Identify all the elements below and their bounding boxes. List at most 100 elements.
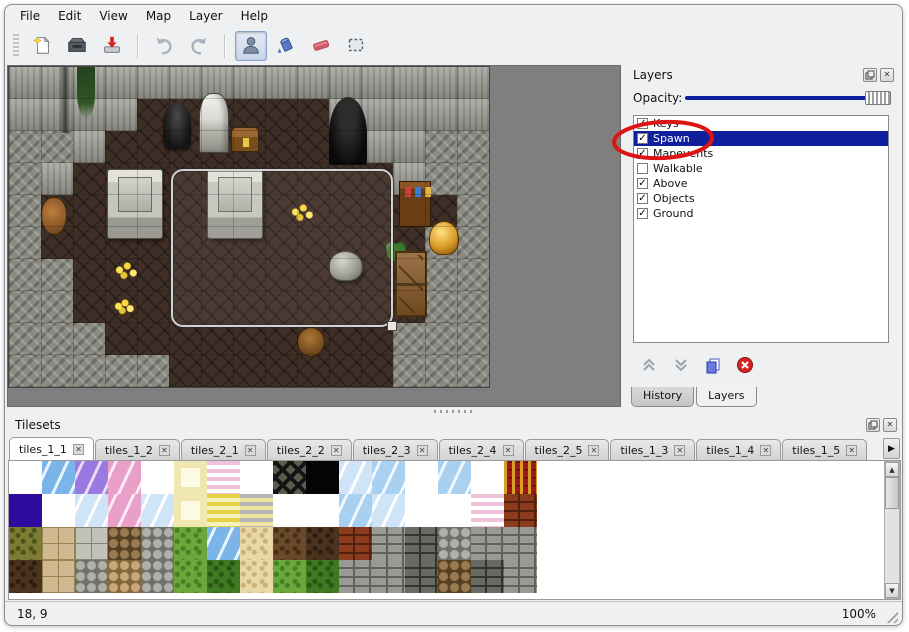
tileset-tile[interactable] (9, 494, 42, 527)
tileset-tile[interactable] (141, 494, 174, 527)
tileset-tile[interactable] (504, 560, 537, 593)
delete-layer-button[interactable] (735, 356, 755, 376)
tileset-tile[interactable] (273, 461, 306, 494)
undo-button[interactable] (148, 31, 180, 61)
layer-row-spawn[interactable]: ✓Spawn (634, 131, 888, 146)
tileset-tab-tiles_1_2[interactable]: tiles_1_2✕ (95, 439, 180, 460)
tileset-tile[interactable] (471, 560, 504, 593)
tileset-tile[interactable] (438, 560, 471, 593)
layer-visibility-checkbox[interactable]: ✓ (637, 118, 648, 129)
tileset-tile[interactable] (42, 527, 75, 560)
panel-tab-layers[interactable]: Layers (696, 387, 756, 407)
tileset-tile[interactable] (471, 461, 504, 494)
tileset-tile[interactable] (141, 560, 174, 593)
tileset-tile[interactable] (108, 494, 141, 527)
tileset-tile[interactable] (372, 461, 405, 494)
tileset-tile[interactable] (75, 494, 108, 527)
tileset-tile[interactable] (174, 494, 207, 527)
tileset-tile[interactable] (339, 527, 372, 560)
tab-close-icon[interactable]: ✕ (674, 445, 685, 456)
tileset-tile[interactable] (42, 461, 75, 494)
open-button[interactable] (61, 31, 93, 61)
layer-visibility-checkbox[interactable]: ✓ (637, 178, 648, 189)
tileset-tile[interactable] (174, 461, 207, 494)
tileset-tile[interactable] (372, 494, 405, 527)
tileset-tab-tiles_2_2[interactable]: tiles_2_2✕ (267, 439, 352, 460)
tileset-tile[interactable] (306, 461, 339, 494)
layer-visibility-checkbox[interactable]: ✓ (637, 133, 648, 144)
tileset-tile[interactable] (108, 560, 141, 593)
layer-visibility-checkbox[interactable]: ✓ (637, 208, 648, 219)
tileset-tile[interactable] (141, 461, 174, 494)
layer-row-above[interactable]: ✓Above (634, 176, 888, 191)
layer-row-objects[interactable]: ✓Objects (634, 191, 888, 206)
menu-edit[interactable]: Edit (49, 6, 90, 26)
tileset-tile[interactable] (240, 461, 273, 494)
fill-tool-button[interactable] (270, 31, 302, 61)
tileset-tile[interactable] (42, 494, 75, 527)
layer-row-walkable[interactable]: Walkable (634, 161, 888, 176)
tileset-tab-tiles_1_1[interactable]: tiles_1_1✕ (9, 437, 94, 460)
float-panel-icon[interactable] (863, 68, 877, 82)
tileset-tile[interactable] (438, 527, 471, 560)
menu-help[interactable]: Help (232, 6, 277, 26)
scroll-down-icon[interactable]: ▼ (885, 583, 899, 598)
resize-grip[interactable] (884, 609, 898, 623)
tileset-tile[interactable] (207, 494, 240, 527)
tileset-tab-tiles_2_5[interactable]: tiles_2_5✕ (525, 439, 610, 460)
tileset-tile[interactable] (240, 560, 273, 593)
scrollbar-thumb[interactable] (885, 477, 899, 509)
tileset-tile[interactable] (9, 461, 42, 494)
tileset-tab-tiles_2_3[interactable]: tiles_2_3✕ (353, 439, 438, 460)
tileset-tile[interactable] (108, 527, 141, 560)
tileset-tile[interactable] (207, 461, 240, 494)
tileset-tile[interactable] (75, 527, 108, 560)
tab-close-icon[interactable]: ✕ (245, 445, 256, 456)
tileset-tile[interactable] (240, 527, 273, 560)
tileset-tile[interactable] (108, 461, 141, 494)
new-map-button[interactable] (26, 31, 58, 61)
tileset-tile[interactable] (306, 494, 339, 527)
tab-close-icon[interactable]: ✕ (846, 445, 857, 456)
eraser-tool-button[interactable] (305, 31, 337, 61)
selection-resize-handle[interactable] (387, 321, 397, 331)
tileset-tile[interactable] (174, 560, 207, 593)
tileset-tile[interactable] (405, 560, 438, 593)
tab-scroll-right-button[interactable]: ▶ (883, 438, 900, 459)
opacity-slider-handle[interactable] (865, 91, 891, 105)
tileset-tile[interactable] (207, 527, 240, 560)
map-canvas[interactable] (7, 65, 621, 407)
menu-file[interactable]: File (11, 6, 49, 26)
tileset-tile[interactable] (75, 560, 108, 593)
layer-visibility-checkbox[interactable]: ✓ (637, 193, 648, 204)
redo-button[interactable] (183, 31, 215, 61)
tileset-tile[interactable] (438, 494, 471, 527)
save-button[interactable] (96, 31, 128, 61)
selection-rectangle[interactable] (171, 169, 393, 327)
tileset-tile[interactable] (405, 494, 438, 527)
stamp-tool-button[interactable] (235, 31, 267, 61)
tileset-tile[interactable] (42, 560, 75, 593)
tileset-tile[interactable] (9, 560, 42, 593)
close-panel-icon[interactable]: ✕ (880, 68, 894, 82)
move-layer-up-button[interactable] (639, 356, 659, 376)
tileset-tile[interactable] (273, 527, 306, 560)
move-layer-down-button[interactable] (671, 356, 691, 376)
tileset-tile[interactable] (9, 527, 42, 560)
tileset-tile[interactable] (504, 494, 537, 527)
layer-visibility-checkbox[interactable]: ✓ (637, 148, 648, 159)
tileset-tile[interactable] (405, 461, 438, 494)
tileset-tab-tiles_1_5[interactable]: tiles_1_5✕ (782, 439, 867, 460)
toolbar-grip[interactable] (13, 34, 19, 58)
close-panel-icon[interactable]: ✕ (883, 418, 897, 432)
tileset-tile[interactable] (471, 494, 504, 527)
tileset-scrollbar[interactable]: ▲ ▼ (884, 461, 900, 599)
layer-row-ground[interactable]: ✓Ground (634, 206, 888, 221)
tileset-tile[interactable] (471, 527, 504, 560)
tileset-tile[interactable] (438, 461, 471, 494)
tileset-tile[interactable] (75, 461, 108, 494)
horizontal-splitter[interactable] (7, 407, 900, 415)
layer-visibility-checkbox[interactable] (637, 163, 648, 174)
tileset-tile[interactable] (339, 494, 372, 527)
tileset-tile[interactable] (207, 560, 240, 593)
